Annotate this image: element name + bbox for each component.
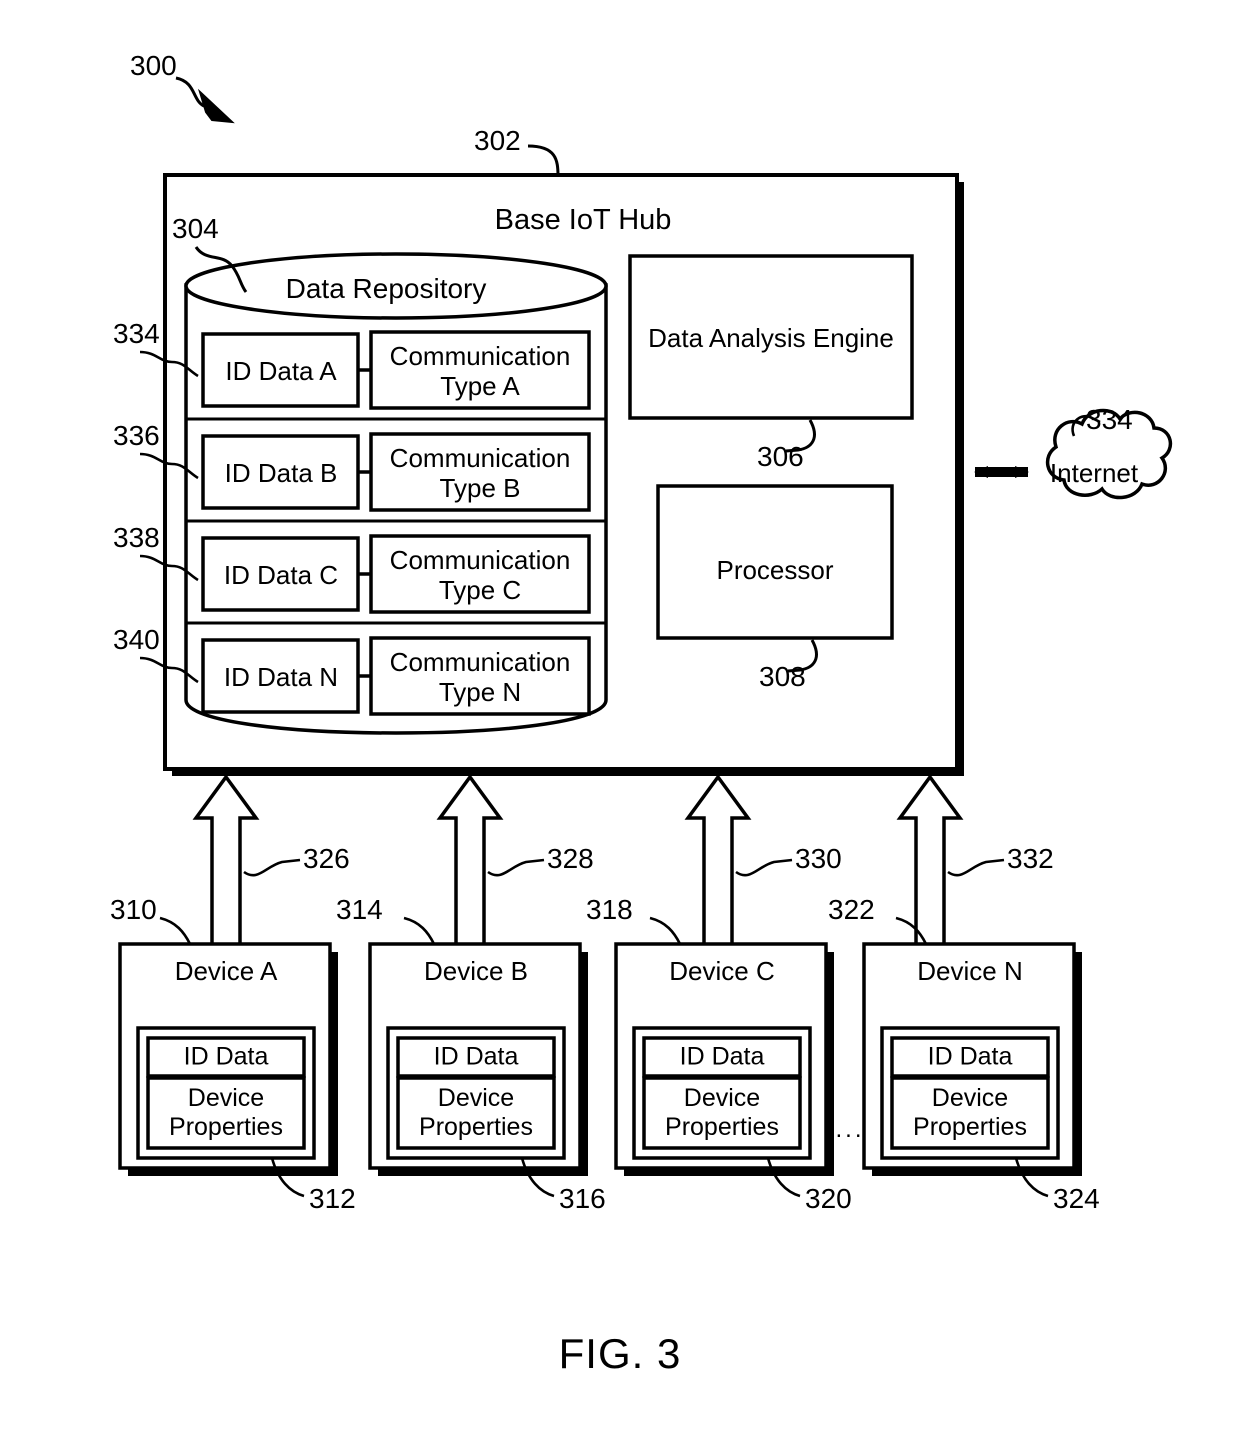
- device-n-properties-label: Device Properties: [913, 1084, 1027, 1141]
- row-n-ref-number: 340: [113, 624, 160, 655]
- uplink-arrow-b: [436, 774, 504, 947]
- device-c-inner-ref-number: 320: [805, 1183, 852, 1214]
- system-ref-leader: [175, 76, 235, 124]
- uplink-arrow-c: [684, 774, 752, 947]
- device-a-ref-number: 310: [110, 894, 157, 925]
- uplink-arrow-a: [192, 774, 260, 947]
- device-a-title: Device A: [174, 955, 278, 986]
- device-b-properties-label: Device Properties: [419, 1084, 533, 1141]
- repository-ref-number: 304: [172, 213, 219, 244]
- processor-ref-number: 308: [759, 661, 806, 692]
- device-c-properties-label: Device Properties: [665, 1084, 779, 1141]
- device-b-id-data-label: ID Data: [433, 1042, 519, 1071]
- uplink-b-ref-number: 328: [547, 843, 594, 874]
- device-n-inner-ref-number: 324: [1053, 1183, 1100, 1214]
- id-data-n-label: ID Data N: [223, 661, 339, 692]
- device-a-inner-ref-number: 312: [309, 1183, 356, 1214]
- patent-figure-3: 300 302 Base IoT Hub 304 Data Repository…: [0, 0, 1240, 1442]
- device-c-title-leader: [649, 916, 682, 945]
- device-b-ref-number: 314: [336, 894, 383, 925]
- communication-type-a-label: Communication Type A: [389, 340, 571, 401]
- internet-label: Internet: [1049, 457, 1139, 488]
- devices-ellipsis: ...: [835, 1116, 865, 1144]
- device-a-properties-label: Device Properties: [169, 1084, 283, 1141]
- device-n-ref-number: 322: [828, 894, 875, 925]
- communication-type-n-label: Communication Type N: [389, 646, 571, 707]
- communication-type-b-label: Communication Type B: [389, 442, 571, 503]
- hub-ref-number: 302: [474, 125, 521, 156]
- device-a-title-leader: [159, 916, 192, 945]
- figure-caption: FIG. 3: [558, 1330, 682, 1377]
- data-analysis-engine-label: Data Analysis Engine: [648, 322, 894, 353]
- hub-ref-leader: [527, 144, 560, 177]
- id-data-c-label: ID Data C: [223, 559, 339, 590]
- device-a-id-data-label: ID Data: [183, 1042, 269, 1071]
- device-c-ref-number: 318: [586, 894, 633, 925]
- device-b-inner-ref-number: 316: [559, 1183, 606, 1214]
- device-b-title-leader: [403, 916, 436, 945]
- engine-ref-number: 306: [757, 441, 804, 472]
- uplink-n-ref-number: 332: [1007, 843, 1054, 874]
- id-data-a-label: ID Data A: [225, 355, 337, 386]
- uplink-ref-leaders: [243, 858, 1005, 877]
- hub-title: Base IoT Hub: [494, 204, 672, 236]
- cloud-ref-number: 334: [1086, 404, 1133, 435]
- row-b-ref-number: 336: [113, 420, 160, 451]
- device-b-title: Device B: [423, 955, 529, 986]
- repository-title: Data Repository: [285, 273, 487, 304]
- device-c-title: Device C: [669, 955, 775, 986]
- device-n-title: Device N: [917, 955, 1023, 986]
- system-ref-number: 300: [130, 50, 177, 81]
- communication-type-c-label: Communication Type C: [389, 544, 571, 605]
- row-c-ref-number: 338: [113, 522, 160, 553]
- device-c-id-data-label: ID Data: [679, 1042, 765, 1071]
- uplink-arrow-n: [896, 774, 964, 947]
- device-n-id-data-label: ID Data: [927, 1042, 1013, 1071]
- uplink-a-ref-number: 326: [303, 843, 350, 874]
- uplink-c-ref-number: 330: [795, 843, 842, 874]
- id-data-b-label: ID Data B: [224, 457, 338, 488]
- processor-label: Processor: [716, 554, 834, 585]
- row-a-ref-number: 334: [113, 318, 160, 349]
